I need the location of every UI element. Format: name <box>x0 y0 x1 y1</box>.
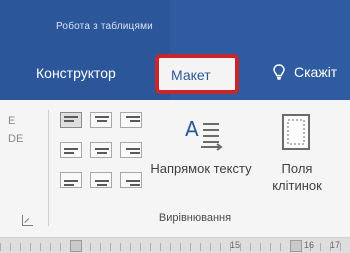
ruler-label: 16 <box>304 240 315 250</box>
text-direction-label: Напрямок тексту <box>150 161 252 176</box>
align-top-right-icon[interactable] <box>120 112 142 128</box>
align-bottom-center-icon[interactable] <box>90 172 112 188</box>
cell-alignment-grid <box>60 112 144 198</box>
context-tab-group-label: Робота з таблицями <box>56 21 153 32</box>
ruler-label: 17 <box>330 240 341 250</box>
horizontal-ruler[interactable]: 15 16 17 <box>0 237 350 253</box>
tab-layout-label: Макет <box>171 67 211 83</box>
group-separator <box>48 110 49 226</box>
tab-constructor[interactable]: Конструктор <box>36 65 116 81</box>
left-mark-2: DE <box>8 133 24 145</box>
ribbon-header: Робота з таблицями Конструктор Макет Ска… <box>0 0 350 110</box>
text-direction-icon: A <box>185 117 223 151</box>
word-ribbon-screenshot: Робота з таблицями Конструктор Макет Ска… <box>0 0 350 253</box>
cell-margins-button[interactable]: Поля клітинок <box>260 110 334 198</box>
align-bottom-right-icon[interactable] <box>120 172 142 188</box>
align-bottom-left-icon[interactable] <box>60 172 82 188</box>
align-middle-center-icon[interactable] <box>90 142 112 158</box>
left-mark-1: E <box>8 115 16 127</box>
alignment-group-label: Вирівнювання <box>158 212 232 224</box>
tell-me-box[interactable]: Скажіт <box>270 63 337 81</box>
cell-margins-icon <box>282 114 310 150</box>
ruler-marker[interactable] <box>70 240 82 252</box>
tell-me-label: Скажіт <box>294 64 338 80</box>
ruler-marker[interactable] <box>290 240 302 252</box>
dialog-launcher-icon[interactable] <box>22 215 33 226</box>
align-middle-left-icon[interactable] <box>60 142 82 158</box>
align-top-left-icon[interactable] <box>60 112 82 128</box>
ruler-label: 15 <box>230 240 241 250</box>
previous-group-edge: E DE <box>8 112 23 148</box>
align-middle-right-icon[interactable] <box>120 142 142 158</box>
svg-text:A: A <box>185 117 199 141</box>
cell-margins-label: Поля клітинок <box>272 161 322 193</box>
lightbulb-icon <box>273 64 285 80</box>
tab-layout[interactable]: Макет <box>155 54 239 94</box>
text-direction-button[interactable]: A Напрямок тексту <box>148 110 254 198</box>
align-top-center-icon[interactable] <box>90 112 112 128</box>
